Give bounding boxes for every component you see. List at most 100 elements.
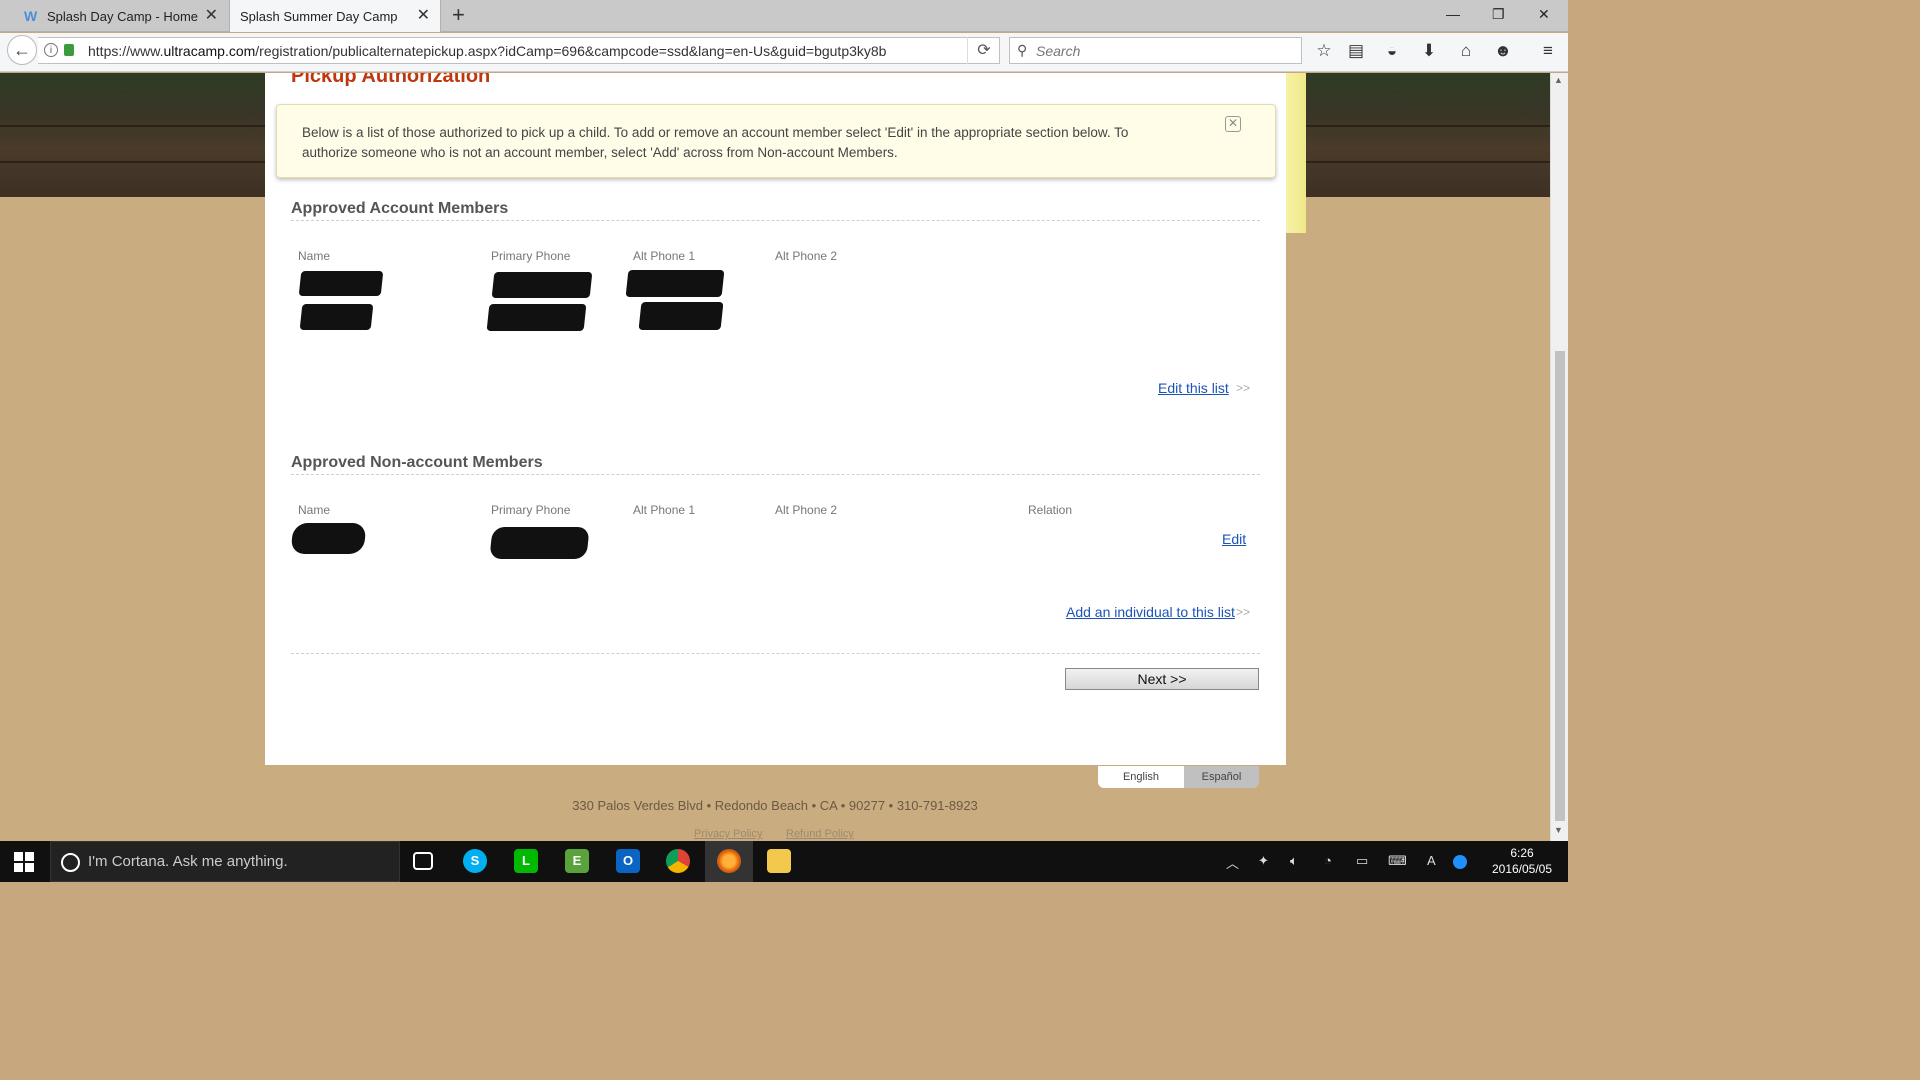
info-notice: Below is a list of those authorized to p…: [276, 104, 1276, 178]
column-header-alt-phone-1: Alt Phone 1: [633, 249, 696, 263]
volume-icon[interactable]: 🔈︎: [1290, 853, 1298, 869]
action-center-icon[interactable]: ▭: [1356, 853, 1368, 869]
column-header-alt-phone-2: Alt Phone 2: [775, 249, 838, 263]
file-explorer-icon[interactable]: [767, 849, 791, 873]
system-clock[interactable]: 6:26 2016/05/05: [1488, 845, 1556, 877]
new-tab-icon[interactable]: +: [452, 4, 465, 26]
camp-address: 330 Palos Verdes Blvd • Redondo Beach • …: [0, 798, 1550, 813]
column-header-alt-phone-2: Alt Phone 2: [775, 503, 838, 517]
tab-splash-summer[interactable]: Splash Summer Day Camp ✕: [229, 0, 441, 32]
edit-nonaccount-member-link[interactable]: Edit: [1222, 531, 1246, 547]
scroll-up-icon[interactable]: ▲: [1554, 75, 1563, 85]
line-icon[interactable]: L: [514, 849, 538, 873]
lock-icon: [64, 44, 74, 56]
redacted-phone: [638, 302, 724, 330]
address-bar[interactable]: i https://www.ultracamp.com/registration…: [38, 37, 1000, 64]
home-icon[interactable]: ⌂: [1455, 41, 1477, 61]
wifi-icon[interactable]: ◔: [1324, 853, 1332, 868]
divider: [291, 474, 1260, 475]
info-icon[interactable]: i: [44, 43, 58, 57]
notice-text: Below is a list of those authorized to p…: [302, 125, 1129, 160]
menu-icon[interactable]: ≡: [1537, 41, 1559, 61]
account-icon[interactable]: ☻: [1492, 41, 1514, 61]
search-input[interactable]: [1036, 41, 1296, 61]
clock-time: 6:26: [1510, 846, 1534, 860]
nonaccount-members-heading: Approved Non-account Members: [291, 454, 543, 471]
redacted-phone: [486, 304, 587, 331]
search-icon: ⚲: [1017, 42, 1028, 58]
download-icon[interactable]: ⬇: [1418, 41, 1440, 61]
tab-strip: W Splash Day Camp - Home ✕ Splash Summer…: [0, 0, 1568, 32]
privacy-policy-link[interactable]: Privacy Policy: [694, 828, 762, 840]
onedrive-icon[interactable]: [1453, 855, 1467, 869]
refund-policy-link[interactable]: Refund Policy: [786, 828, 854, 840]
web-page: Pickup Authorization Below is a list of …: [0, 73, 1550, 841]
back-button[interactable]: ←: [7, 35, 37, 65]
column-header-name: Name: [298, 503, 331, 517]
tab-title: Splash Day Camp - Home: [47, 8, 198, 24]
windows-start-icon[interactable]: [14, 852, 34, 872]
evernote-icon[interactable]: E: [565, 849, 589, 873]
clock-date: 2016/05/05: [1491, 862, 1553, 876]
vertical-scrollbar[interactable]: ▲ ▼: [1550, 73, 1568, 841]
column-header-primary-phone: Primary Phone: [491, 503, 571, 517]
tab-title: Splash Summer Day Camp: [240, 8, 398, 24]
url-path: /registration/publicalternatepickup.aspx…: [255, 43, 887, 59]
redacted-name: [298, 271, 384, 296]
next-button[interactable]: Next >>: [1065, 668, 1259, 690]
column-header-name: Name: [298, 249, 331, 263]
chevron-right-icon: >>: [1236, 381, 1251, 395]
redacted-phone: [625, 270, 725, 297]
cortana-icon: [61, 853, 80, 872]
reading-list-icon[interactable]: ▤: [1345, 41, 1367, 61]
divider: [291, 653, 1260, 654]
column-header-primary-phone: Primary Phone: [491, 249, 571, 263]
close-window-icon[interactable]: ✕: [1538, 6, 1550, 23]
divider: [291, 220, 1260, 221]
add-individual-link[interactable]: Add an individual to this list: [1066, 604, 1235, 620]
redacted-name: [290, 523, 367, 554]
back-arrow-icon: ←: [13, 40, 31, 60]
keyboard-icon[interactable]: ⌨: [1388, 853, 1407, 869]
url-text[interactable]: https://www.ultracamp.com/registration/p…: [88, 43, 886, 59]
input-language-icon[interactable]: A: [1427, 853, 1436, 868]
address-text: 330 Palos Verdes Blvd • Redondo Beach • …: [572, 798, 978, 813]
scroll-down-icon[interactable]: ▼: [1554, 825, 1563, 835]
pocket-icon[interactable]: ◒: [1381, 41, 1403, 61]
weebly-favicon-icon: W: [24, 8, 38, 24]
chrome-icon[interactable]: [666, 849, 690, 873]
chevron-right-icon: >>: [1236, 605, 1251, 619]
reload-icon[interactable]: ⟳: [967, 37, 1000, 64]
restore-icon[interactable]: ❐: [1492, 6, 1505, 23]
url-prefix: https://www.: [88, 43, 164, 59]
skype-icon[interactable]: S: [463, 849, 487, 873]
minimize-icon[interactable]: —: [1446, 6, 1460, 22]
outlook-icon[interactable]: O: [616, 849, 640, 873]
redacted-phone: [491, 272, 593, 298]
redacted-phone: [489, 527, 590, 559]
windows-taskbar: I'm Cortana. Ask me anything. S L E O ︿ …: [0, 841, 1568, 882]
url-domain: ultracamp.com: [163, 43, 256, 59]
tab-splash-home[interactable]: W Splash Day Camp - Home ✕: [0, 0, 228, 32]
close-notice-icon[interactable]: ✕: [1225, 116, 1241, 132]
show-hidden-icons-icon[interactable]: ︿: [1226, 853, 1239, 872]
bookmark-star-icon[interactable]: ☆: [1313, 41, 1335, 61]
column-header-relation: Relation: [1028, 503, 1073, 517]
cortana-search-box[interactable]: I'm Cortana. Ask me anything.: [50, 841, 400, 882]
cortana-placeholder: I'm Cortana. Ask me anything.: [88, 853, 288, 870]
language-english[interactable]: English: [1098, 766, 1184, 788]
scroll-thumb[interactable]: [1555, 351, 1565, 821]
redacted-name: [299, 304, 374, 330]
dropbox-icon[interactable]: ✦: [1258, 853, 1269, 869]
page-title: Pickup Authorization: [291, 73, 491, 87]
edit-account-list-link[interactable]: Edit this list: [1158, 380, 1229, 396]
firefox-icon[interactable]: [717, 849, 741, 873]
close-tab-icon[interactable]: ✕: [205, 8, 218, 24]
language-espanol[interactable]: Español: [1184, 766, 1259, 788]
search-box[interactable]: ⚲: [1009, 37, 1302, 64]
decorative-tape: [1286, 73, 1306, 233]
close-tab-icon[interactable]: ✕: [417, 8, 430, 24]
task-view-icon[interactable]: [413, 852, 433, 870]
column-header-alt-phone-1: Alt Phone 1: [633, 503, 696, 517]
account-members-heading: Approved Account Members: [291, 200, 509, 217]
